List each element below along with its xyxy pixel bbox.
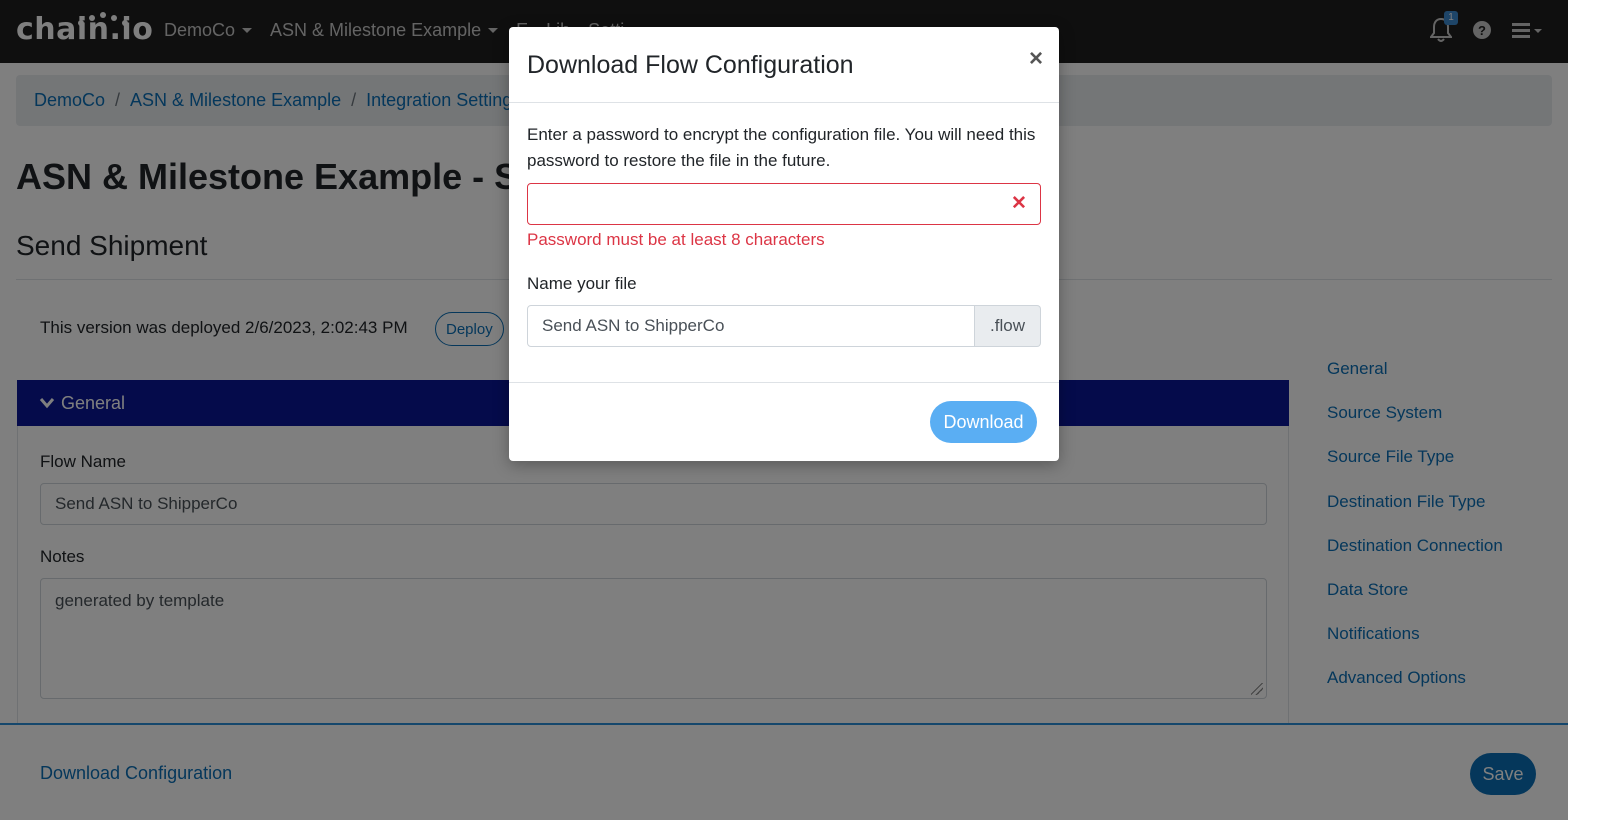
modal-footer: Download — [509, 382, 1059, 461]
password-error-message: Password must be at least 8 characters — [527, 230, 825, 249]
modal-body: Enter a password to encrypt the configur… — [527, 122, 1041, 347]
modal-header: Download Flow Configuration × — [509, 27, 1059, 103]
file-extension-suffix: .flow — [975, 305, 1041, 347]
close-icon[interactable]: × — [1029, 45, 1043, 73]
download-button[interactable]: Download — [930, 401, 1037, 443]
password-input[interactable] — [527, 183, 1041, 225]
modal-title: Download Flow Configuration — [527, 51, 854, 79]
file-name-group: Send ASN to ShipperCo .flow — [527, 305, 1041, 347]
app-window: chain.io DemoCo ASN & Milestone Example … — [0, 0, 1568, 820]
modal-description: Enter a password to encrypt the configur… — [527, 125, 1036, 170]
file-name-label: Name your file — [527, 274, 637, 293]
download-flow-modal: Download Flow Configuration × Enter a pa… — [509, 27, 1059, 461]
file-name-input[interactable]: Send ASN to ShipperCo — [527, 305, 975, 347]
error-x-icon: ✕ — [1011, 193, 1027, 214]
